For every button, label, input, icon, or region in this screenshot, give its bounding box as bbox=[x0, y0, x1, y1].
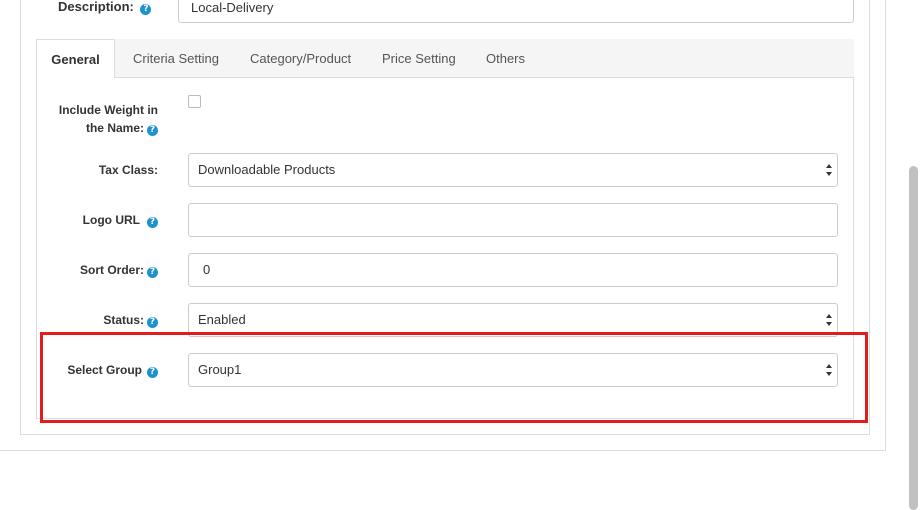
logo-url-label: Logo URL? bbox=[40, 211, 158, 229]
help-icon[interactable]: ? bbox=[147, 125, 158, 136]
description-input[interactable]: Local-Delivery bbox=[178, 0, 854, 23]
scrollbar-thumb[interactable] bbox=[909, 166, 918, 510]
tax-class-select[interactable]: Downloadable Products bbox=[188, 153, 838, 187]
highlight-box bbox=[40, 332, 868, 423]
tab-category-product[interactable]: Category/Product bbox=[250, 39, 351, 78]
status-label: Status:? bbox=[40, 311, 158, 329]
tab-bar: General Criteria Setting Category/Produc… bbox=[36, 39, 854, 79]
tab-price-setting[interactable]: Price Setting bbox=[382, 39, 456, 78]
help-icon[interactable]: ? bbox=[140, 4, 152, 15]
tab-others[interactable]: Others bbox=[486, 39, 525, 78]
description-label: Description: ? bbox=[58, 0, 152, 15]
help-icon[interactable]: ? bbox=[147, 217, 158, 228]
help-icon[interactable]: ? bbox=[147, 267, 158, 278]
tab-criteria-setting[interactable]: Criteria Setting bbox=[133, 39, 219, 78]
include-weight-label: Include Weight in the Name:? bbox=[58, 103, 158, 136]
tab-general[interactable]: General bbox=[36, 39, 115, 79]
select-arrows-icon bbox=[826, 314, 832, 326]
tax-class-label: Tax Class: bbox=[98, 163, 158, 177]
sort-order-input[interactable]: 0 bbox=[188, 253, 838, 287]
sort-order-label: Sort Order:? bbox=[40, 261, 158, 279]
help-icon[interactable]: ? bbox=[147, 317, 158, 328]
logo-url-input[interactable] bbox=[188, 203, 838, 237]
select-arrows-icon bbox=[826, 164, 832, 176]
include-weight-checkbox[interactable] bbox=[188, 95, 201, 108]
